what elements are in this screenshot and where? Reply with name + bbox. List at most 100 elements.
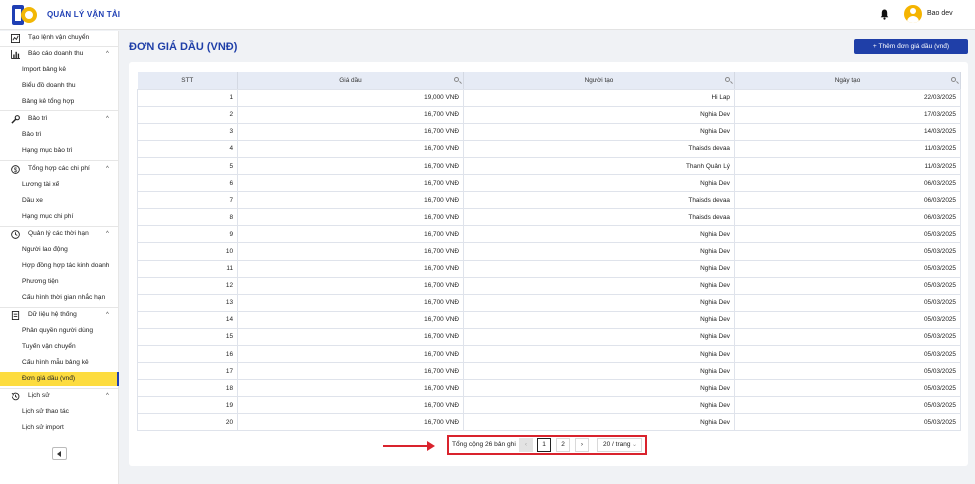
table-row[interactable]: 17 16,700 VNĐ Nghia Dev 05/03/2025 — [137, 362, 961, 381]
sidebar-item-label: Dữ liệu hệ thống — [28, 311, 77, 318]
search-icon[interactable] — [454, 77, 459, 82]
table-row[interactable]: 9 16,700 VNĐ Nghia Dev 05/03/2025 — [137, 225, 961, 244]
cell-fuel-price: 19,000 VNĐ — [237, 89, 464, 107]
pagination-page-2[interactable]: 2 — [556, 438, 570, 452]
table-row[interactable]: 7 16,700 VNĐ Thaisds devaa 06/03/2025 — [137, 191, 961, 210]
sidebar-item-action-history[interactable]: Lịch sử thao tác — [0, 405, 119, 419]
annotation-arrow — [383, 445, 429, 447]
sidebar-item-label: Cấu hình mẫu bảng kê — [22, 359, 89, 366]
cell-stt: 11 — [137, 260, 238, 278]
table-row[interactable]: 14 16,700 VNĐ Nghia Dev 05/03/2025 — [137, 311, 961, 329]
sidebar-item-business-contracts[interactable]: Hợp đồng hợp tác kinh doanh — [0, 259, 119, 273]
cell-creator: Nghia Dev — [463, 396, 735, 415]
table-row[interactable]: 5 16,700 VNĐ Thanh Quản Lý 11/03/2025 — [137, 157, 961, 176]
table-row[interactable]: 11 16,700 VNĐ Nghia Dev 05/03/2025 — [137, 260, 961, 278]
table-row[interactable]: 18 16,700 VNĐ Nghia Dev 05/03/2025 — [137, 379, 961, 398]
cell-stt: 2 — [137, 106, 238, 124]
sidebar-item-maintenance-categories[interactable]: Hạng mục bảo trì — [0, 144, 119, 158]
column-header-stt[interactable]: STT — [137, 72, 238, 90]
dollar-icon: $ — [11, 165, 20, 174]
cell-stt: 4 — [137, 140, 238, 158]
chevron-up-icon: ^ — [106, 393, 109, 399]
table-row[interactable]: 20 16,700 VNĐ Nghia Dev 05/03/2025 — [137, 413, 961, 432]
cell-fuel-price: 16,700 VNĐ — [237, 174, 464, 193]
cell-fuel-price: 16,700 VNĐ — [237, 294, 464, 312]
pagination-prev-button[interactable]: ‹ — [519, 438, 533, 452]
cell-creator: Thaisds devaa — [463, 191, 735, 210]
pagination-next-button[interactable]: › — [575, 438, 589, 452]
sidebar-group-maintenance[interactable]: Bảo trì ^ — [0, 112, 119, 126]
sidebar-item-revenue-chart[interactable]: Biểu đồ doanh thu — [0, 79, 119, 93]
sidebar-item-user-permissions[interactable]: Phân quyền người dùng — [0, 324, 119, 338]
sidebar-group-deadline-management[interactable]: Quản lý các thời hạn ^ — [0, 227, 119, 241]
page-size-select[interactable]: 20 / trang ⌄ — [597, 438, 642, 452]
table-row[interactable]: 8 16,700 VNĐ Thaisds devaa 06/03/2025 — [137, 208, 961, 227]
sidebar-item-summary-statement[interactable]: Bảng kê tổng hợp — [0, 95, 119, 109]
sidebar-item-driver-salary[interactable]: Lương tài xế — [0, 178, 119, 192]
sidebar-item-label: Tuyến vận chuyển — [22, 343, 76, 350]
top-header: QUẢN LÝ VẬN TẢI Bao dev — [0, 0, 975, 30]
bell-icon[interactable] — [880, 9, 889, 20]
sidebar-group-system-data[interactable]: Dữ liệu hệ thống ^ — [0, 308, 119, 322]
wrench-icon — [11, 115, 20, 124]
add-fuel-price-button[interactable]: + Thêm đơn giá dầu (vnđ) — [854, 39, 968, 54]
database-icon — [11, 311, 20, 320]
cell-created-date: 06/03/2025 — [734, 208, 961, 227]
table-row[interactable]: 12 16,700 VNĐ Nghia Dev 05/03/2025 — [137, 277, 961, 295]
sidebar-item-label: Người lao động — [22, 246, 68, 253]
table-row[interactable]: 4 16,700 VNĐ Thaisds devaa 11/03/2025 — [137, 140, 961, 158]
user-name[interactable]: Bao dev — [927, 10, 953, 17]
cell-created-date: 11/03/2025 — [734, 157, 961, 176]
cell-fuel-price: 16,700 VNĐ — [237, 328, 464, 347]
chevron-up-icon: ^ — [106, 51, 109, 57]
table-row[interactable]: 2 16,700 VNĐ Nghia Dev 17/03/2025 — [137, 106, 961, 124]
sidebar-item-reminder-config[interactable]: Cấu hình thời gian nhắc hạn — [0, 291, 119, 305]
sidebar-item-label: Import bảng kê — [22, 66, 66, 73]
table-row[interactable]: 19 16,700 VNĐ Nghia Dev 05/03/2025 — [137, 396, 961, 415]
table-row[interactable]: 6 16,700 VNĐ Nghia Dev 06/03/2025 — [137, 174, 961, 193]
chevron-down-icon: ⌄ — [631, 442, 637, 448]
pagination-page-1[interactable]: 1 — [537, 438, 551, 452]
search-icon[interactable] — [725, 77, 730, 82]
cell-created-date: 05/03/2025 — [734, 225, 961, 244]
cell-stt: 15 — [137, 328, 238, 347]
sidebar-item-employees[interactable]: Người lao động — [0, 243, 119, 257]
sidebar-group-revenue-report[interactable]: Báo cáo doanh thu ^ — [0, 47, 119, 61]
collapse-sidebar-button[interactable] — [52, 447, 67, 460]
cell-stt: 7 — [137, 191, 238, 210]
sidebar-group-cost-summary[interactable]: $ Tổng hợp các chi phí ^ — [0, 162, 119, 176]
user-avatar-icon[interactable] — [904, 5, 922, 23]
sidebar-item-statement-template[interactable]: Cấu hình mẫu bảng kê — [0, 356, 119, 370]
column-header-fuel-price[interactable]: Giá dầu — [237, 72, 464, 90]
sidebar-item-maintenance[interactable]: Bảo trì — [0, 128, 119, 142]
table-row[interactable]: 1 19,000 VNĐ Hi Lap 22/03/2025 — [137, 89, 961, 107]
cell-creator: Nghia Dev — [463, 362, 735, 381]
cell-created-date: 05/03/2025 — [734, 277, 961, 295]
sidebar-item-fuel-price[interactable]: Đơn giá dầu (vnđ) — [0, 372, 119, 386]
sidebar-item-label: Hợp đồng hợp tác kinh doanh — [22, 262, 110, 269]
column-header-creator[interactable]: Người tạo — [463, 72, 735, 90]
cell-fuel-price: 16,700 VNĐ — [237, 277, 464, 295]
sidebar-item-label: Lịch sử import — [22, 424, 64, 431]
table-row[interactable]: 3 16,700 VNĐ Nghia Dev 14/03/2025 — [137, 123, 961, 141]
sidebar-item-import-history[interactable]: Lịch sử import — [0, 421, 119, 435]
cell-creator: Thaisds devaa — [463, 140, 735, 158]
sidebar-item-transport-routes[interactable]: Tuyến vận chuyển — [0, 340, 119, 354]
column-header-created-date[interactable]: Ngày tạo — [734, 72, 961, 90]
cell-created-date: 05/03/2025 — [734, 328, 961, 347]
cell-stt: 6 — [137, 174, 238, 193]
sidebar-item-vehicle-fuel[interactable]: Dầu xe — [0, 194, 119, 208]
table-row[interactable]: 10 16,700 VNĐ Nghia Dev 05/03/2025 — [137, 242, 961, 261]
sidebar-item-create-transport-order[interactable]: Tạo lệnh vận chuyển — [0, 31, 119, 45]
sidebar-item-vehicles[interactable]: Phương tiện — [0, 275, 119, 289]
cell-stt: 16 — [137, 345, 238, 364]
history-icon — [11, 392, 20, 401]
table-row[interactable]: 16 16,700 VNĐ Nghia Dev 05/03/2025 — [137, 345, 961, 364]
app-logo[interactable] — [12, 5, 38, 25]
sidebar-item-import-statement[interactable]: Import bảng kê — [0, 63, 119, 77]
table-row[interactable]: 13 16,700 VNĐ Nghia Dev 05/03/2025 — [137, 294, 961, 312]
sidebar-item-cost-categories[interactable]: Hạng mục chi phí — [0, 210, 119, 224]
table-row[interactable]: 15 16,700 VNĐ Nghia Dev 05/03/2025 — [137, 328, 961, 347]
sidebar-group-history[interactable]: Lịch sử ^ — [0, 389, 119, 403]
search-icon[interactable] — [951, 77, 956, 82]
